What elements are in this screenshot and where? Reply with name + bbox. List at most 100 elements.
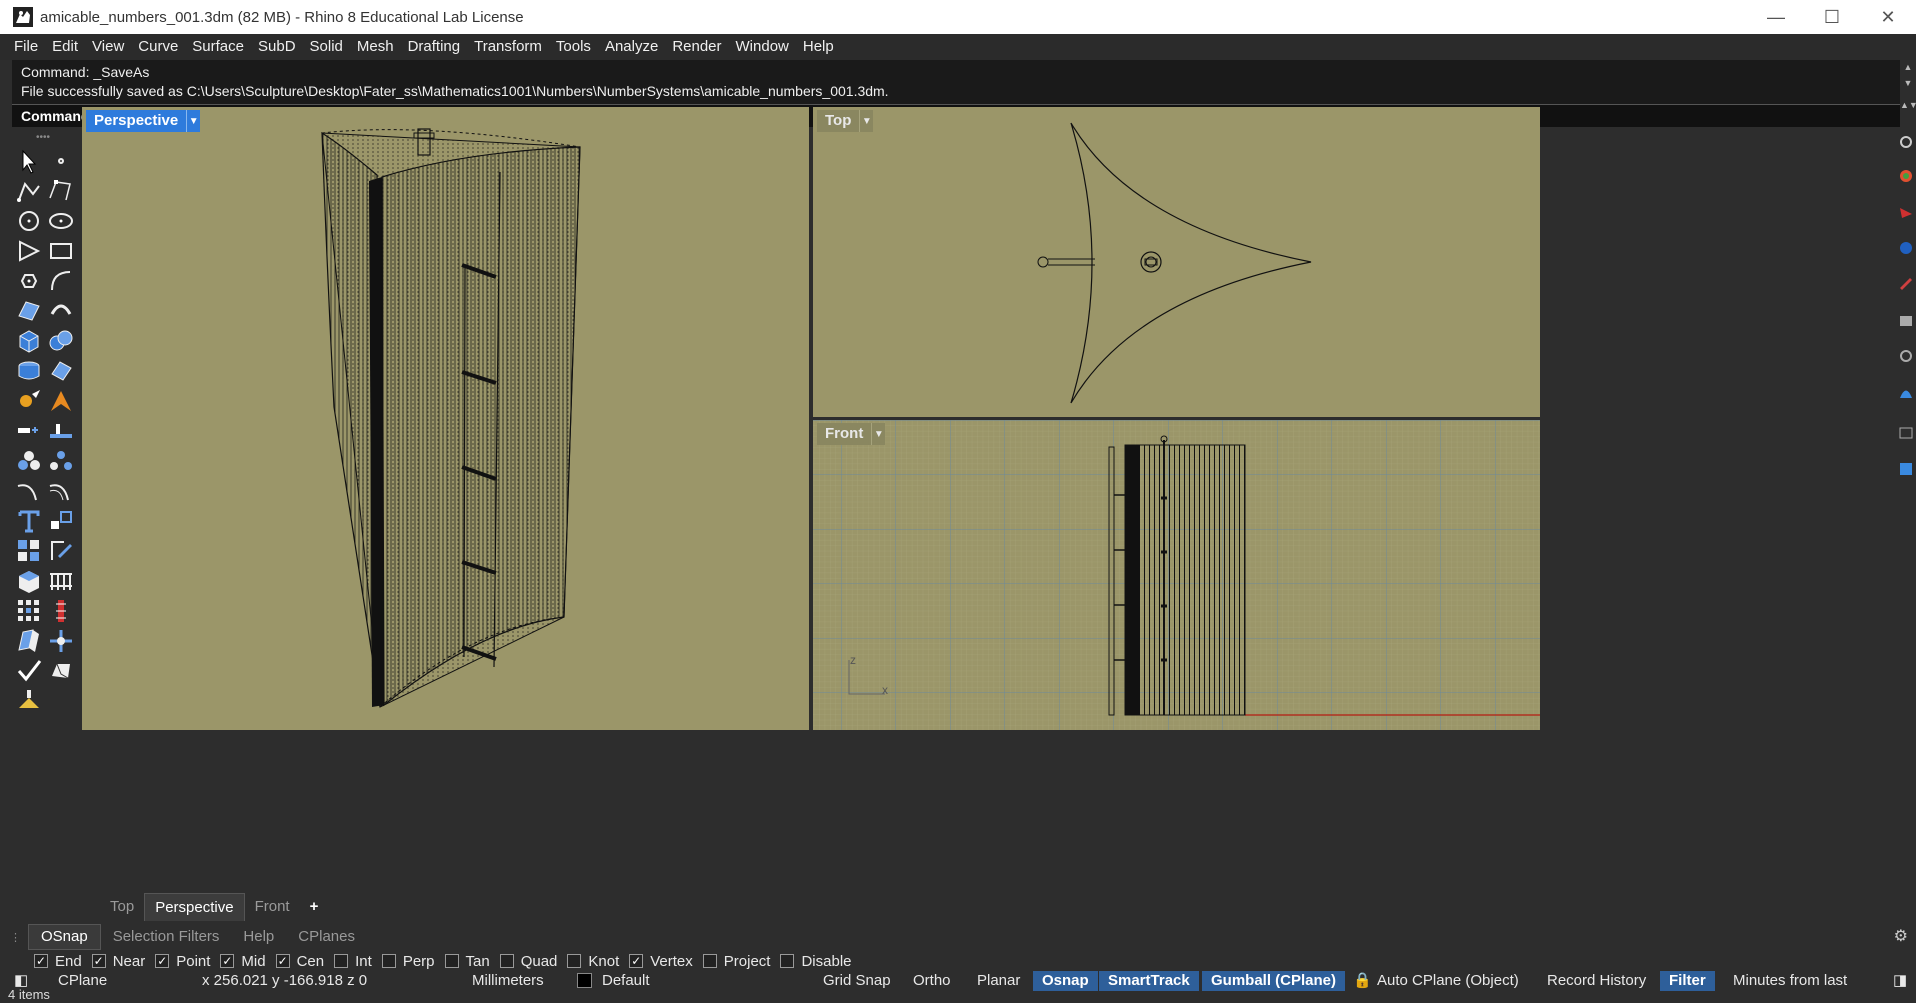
ellipse-icon[interactable]	[46, 206, 76, 236]
solid-box-icon[interactable]	[14, 566, 44, 596]
minimize-button[interactable]: —	[1748, 0, 1804, 34]
menu-drafting[interactable]: Drafting	[401, 34, 468, 60]
planar-toggle[interactable]: Planar	[977, 970, 1020, 991]
top-viewport[interactable]: Top ▼	[813, 107, 1540, 417]
units-readout[interactable]: Millimeters	[472, 970, 544, 991]
panel-toggle-icon[interactable]: ◨	[1893, 970, 1907, 991]
boolean-icon[interactable]	[46, 326, 76, 356]
command-scrollbar[interactable]: ▲ ▼ ▲▼	[1900, 60, 1916, 127]
checkbox[interactable]: ✓	[155, 954, 170, 968]
menu-tools[interactable]: Tools	[549, 34, 598, 60]
checkbox[interactable]: ✓	[220, 954, 235, 968]
curve-cv-icon[interactable]	[46, 176, 76, 206]
menu-help[interactable]: Help	[796, 34, 841, 60]
viewport-menu-chevron-icon[interactable]: ▼	[871, 423, 886, 445]
tab-osnap[interactable]: OSnap	[28, 924, 101, 950]
checkbox[interactable]: ✓	[275, 954, 290, 968]
osnap-end[interactable]: ✓ End	[34, 953, 82, 970]
arc-icon[interactable]	[46, 266, 76, 296]
ortho-toggle[interactable]: Ortho	[913, 970, 951, 991]
osnap-cen[interactable]: ✓ Cen	[275, 953, 324, 970]
scale-icon[interactable]	[46, 506, 76, 536]
circle-icon[interactable]	[14, 206, 44, 236]
osnap-near[interactable]: ✓ Near	[91, 953, 145, 970]
gear-icon[interactable]: ⚙	[1894, 926, 1908, 946]
checkbox[interactable]: ✓	[34, 954, 48, 968]
add-viewport-tab-button[interactable]: +	[300, 893, 329, 920]
tab-perspective[interactable]: Perspective	[144, 892, 245, 921]
front-viewport[interactable]: z x Front ▼	[813, 420, 1540, 730]
checkbox[interactable]	[499, 954, 514, 968]
revolve-icon[interactable]	[46, 296, 76, 326]
record-history-toggle[interactable]: Record History	[1547, 970, 1646, 991]
perspective-viewport[interactable]: Perspective ▼	[82, 107, 809, 730]
checkbox[interactable]	[702, 954, 717, 968]
hexagon-icon[interactable]	[14, 266, 44, 296]
close-button[interactable]: ✕	[1860, 0, 1916, 34]
checkbox[interactable]	[381, 954, 396, 968]
transform-icon[interactable]	[14, 386, 44, 416]
checkbox[interactable]: ✓	[629, 954, 644, 968]
layer-name[interactable]: Default	[602, 970, 650, 991]
tab-top[interactable]: Top	[100, 893, 144, 920]
gumball-toggle[interactable]: Gumball (CPlane)	[1202, 971, 1346, 991]
menu-curve[interactable]: Curve	[131, 34, 185, 60]
osnap-tan[interactable]: Tan	[444, 953, 490, 970]
menu-render[interactable]: Render	[665, 34, 728, 60]
osnap-knot[interactable]: Knot	[567, 953, 619, 970]
checkbox[interactable]	[567, 954, 582, 968]
mesh-icon[interactable]	[46, 356, 76, 386]
smarttrack-toggle[interactable]: SmartTrack	[1099, 971, 1199, 991]
tab-selection-filters[interactable]: Selection Filters	[101, 925, 232, 949]
unroll-icon[interactable]	[14, 626, 44, 656]
maximize-button[interactable]: ☐	[1804, 0, 1860, 34]
text-icon[interactable]	[14, 506, 44, 536]
gumball-icon[interactable]	[46, 626, 76, 656]
menu-transform[interactable]: Transform	[467, 34, 549, 60]
dimension-vertical-icon[interactable]	[46, 596, 76, 626]
osnap-mid[interactable]: ✓ Mid	[220, 953, 266, 970]
cylinder-icon[interactable]	[14, 356, 44, 386]
array-icon[interactable]	[14, 536, 44, 566]
front-viewport-label[interactable]: Front ▼	[817, 423, 886, 445]
leader-icon[interactable]	[46, 416, 76, 446]
tab-cplanes[interactable]: CPlanes	[286, 925, 367, 949]
rectangle-icon[interactable]	[46, 236, 76, 266]
grid-snap-toggle[interactable]: Grid Snap	[823, 970, 891, 991]
menu-view[interactable]: View	[85, 34, 131, 60]
dimension-icon[interactable]	[14, 416, 44, 446]
tab-help[interactable]: Help	[231, 925, 286, 949]
menu-edit[interactable]: Edit	[45, 34, 85, 60]
drafting-icon[interactable]	[14, 686, 44, 716]
point-icon[interactable]	[46, 146, 76, 176]
explode-icon[interactable]	[46, 386, 76, 416]
auto-cplane-toggle[interactable]: Auto CPlane (Object)	[1377, 970, 1519, 991]
menu-window[interactable]: Window	[729, 34, 796, 60]
offset-icon[interactable]	[46, 476, 76, 506]
checkbox[interactable]	[444, 954, 459, 968]
grid-array-icon[interactable]	[14, 596, 44, 626]
menu-subd[interactable]: SubD	[251, 34, 303, 60]
polygon-icon[interactable]	[14, 236, 44, 266]
check-icon[interactable]	[14, 656, 44, 686]
cplane-label[interactable]: CPlane	[58, 970, 107, 991]
menu-analyze[interactable]: Analyze	[598, 34, 665, 60]
menu-surface[interactable]: Surface	[185, 34, 251, 60]
select-arrow-icon[interactable]	[14, 146, 44, 176]
osnap-quad[interactable]: Quad	[499, 953, 557, 970]
box-icon[interactable]	[14, 326, 44, 356]
menu-mesh[interactable]: Mesh	[350, 34, 401, 60]
osnap-project[interactable]: Project	[702, 953, 770, 970]
osnap-int[interactable]: Int	[334, 953, 372, 970]
group-icon[interactable]	[14, 446, 44, 476]
osnap-point[interactable]: ✓ Point	[155, 953, 210, 970]
surface-icon[interactable]	[14, 296, 44, 326]
osnap-disable[interactable]: Disable	[780, 953, 852, 970]
lock-icon[interactable]: 🔒	[1353, 970, 1372, 991]
tab-front[interactable]: Front	[245, 893, 300, 920]
osnap-toggle[interactable]: Osnap	[1033, 971, 1098, 991]
checkbox[interactable]	[780, 954, 795, 968]
osnap-vertex[interactable]: ✓ Vertex	[629, 953, 693, 970]
checkbox[interactable]: ✓	[91, 954, 106, 968]
render-icon[interactable]	[46, 656, 76, 686]
